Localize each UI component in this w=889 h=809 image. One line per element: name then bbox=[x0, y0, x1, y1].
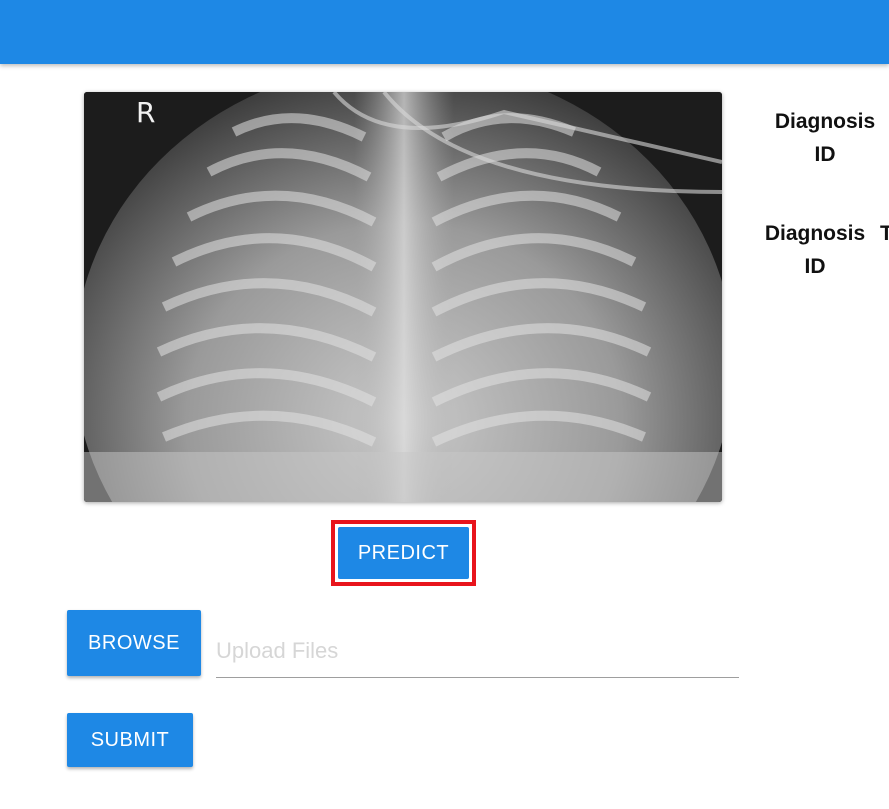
diagnosis-id-label-line2: ID bbox=[814, 143, 836, 166]
browse-button[interactable]: BROWSE bbox=[67, 610, 201, 676]
xray-side-marker: R bbox=[136, 96, 156, 129]
diagnosis-id-label-line1: Diagnosis bbox=[774, 110, 876, 133]
diagnosis-id-label-2: Diagnosis ID bbox=[760, 217, 870, 283]
app-header-bar bbox=[0, 0, 889, 64]
diagnosis-id-label: Diagnosis ID bbox=[770, 105, 880, 171]
diagnosis-column-truncated-label: T bbox=[880, 222, 889, 245]
predict-button[interactable]: PREDICT bbox=[338, 527, 469, 579]
xray-image: R bbox=[84, 92, 722, 502]
diagnosis-id-label-2-line2: ID bbox=[804, 255, 826, 278]
diagnosis-id-label-2-line1: Diagnosis bbox=[764, 222, 866, 245]
submit-button[interactable]: SUBMIT bbox=[67, 713, 193, 767]
upload-files-input[interactable] bbox=[216, 624, 739, 678]
